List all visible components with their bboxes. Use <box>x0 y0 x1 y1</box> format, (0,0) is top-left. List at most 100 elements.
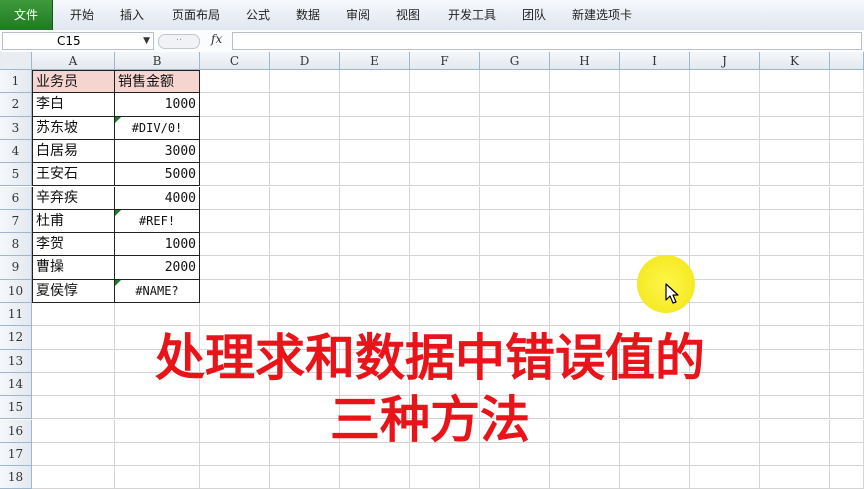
empty-cell[interactable] <box>480 186 550 210</box>
row-header-6[interactable]: 6 <box>0 186 32 210</box>
empty-cell[interactable] <box>550 139 620 164</box>
empty-cell[interactable] <box>480 70 550 94</box>
tab-home[interactable]: 开始 <box>70 0 94 30</box>
empty-cell[interactable] <box>830 233 864 257</box>
row-header-4[interactable]: 4 <box>0 139 32 164</box>
empty-cell[interactable] <box>340 116 410 140</box>
row-header-7[interactable]: 7 <box>0 209 32 234</box>
empty-cell[interactable] <box>340 279 410 303</box>
empty-cell[interactable] <box>760 303 830 327</box>
row-header-17[interactable]: 17 <box>0 442 32 467</box>
empty-cell[interactable] <box>760 70 830 94</box>
salesperson-cell[interactable]: 王安石 <box>32 163 115 187</box>
empty-cell[interactable] <box>620 186 690 210</box>
empty-cell[interactable] <box>270 256 340 280</box>
salesperson-cell[interactable]: 李白 <box>32 93 115 117</box>
empty-cell[interactable] <box>620 116 690 140</box>
empty-cell[interactable] <box>115 442 200 467</box>
empty-cell[interactable] <box>480 93 550 117</box>
empty-cell[interactable] <box>32 303 115 327</box>
empty-cell[interactable] <box>340 233 410 257</box>
empty-cell[interactable] <box>830 303 864 327</box>
empty-cell[interactable] <box>690 163 760 187</box>
column-header-j[interactable]: J <box>690 52 760 70</box>
empty-cell[interactable] <box>200 209 270 234</box>
empty-cell[interactable] <box>200 139 270 164</box>
salesperson-cell[interactable]: 曹操 <box>32 256 115 280</box>
empty-cell[interactable] <box>690 233 760 257</box>
row-header-16[interactable]: 16 <box>0 419 32 443</box>
empty-cell[interactable] <box>115 419 200 443</box>
empty-cell[interactable] <box>270 163 340 187</box>
empty-cell[interactable] <box>760 326 830 350</box>
tab-team[interactable]: 团队 <box>522 0 546 30</box>
empty-cell[interactable] <box>620 233 690 257</box>
empty-cell[interactable] <box>550 279 620 303</box>
error-value-cell[interactable]: #NAME? <box>115 279 200 303</box>
formula-bar-resize-handle[interactable]: ·· <box>158 34 200 49</box>
row-header-5[interactable]: 5 <box>0 163 32 187</box>
empty-cell[interactable] <box>410 256 480 280</box>
empty-cell[interactable] <box>410 116 480 140</box>
empty-cell[interactable] <box>480 256 550 280</box>
empty-cell[interactable] <box>200 93 270 117</box>
empty-cell[interactable] <box>200 256 270 280</box>
empty-cell[interactable] <box>760 139 830 164</box>
empty-cell[interactable] <box>270 233 340 257</box>
empty-cell[interactable] <box>760 419 830 443</box>
empty-cell[interactable] <box>480 209 550 234</box>
empty-cell[interactable] <box>830 163 864 187</box>
error-value-cell[interactable]: #REF! <box>115 209 200 234</box>
empty-cell[interactable] <box>690 70 760 94</box>
sales-amount-cell[interactable]: 1000 <box>115 233 200 257</box>
name-box[interactable]: C15 ▼ <box>2 32 154 50</box>
empty-cell[interactable] <box>480 163 550 187</box>
column-header-a[interactable]: A <box>32 52 115 70</box>
empty-cell[interactable] <box>340 256 410 280</box>
empty-cell[interactable] <box>550 256 620 280</box>
empty-cell[interactable] <box>760 209 830 234</box>
empty-cell[interactable] <box>830 349 864 373</box>
sales-amount-cell[interactable]: 2000 <box>115 256 200 280</box>
empty-cell[interactable] <box>200 279 270 303</box>
empty-cell[interactable] <box>690 256 760 280</box>
empty-cell[interactable] <box>32 349 115 373</box>
empty-cell[interactable] <box>690 93 760 117</box>
empty-cell[interactable] <box>550 116 620 140</box>
empty-cell[interactable] <box>115 396 200 420</box>
error-value-cell[interactable]: #DIV/0! <box>115 116 200 140</box>
formula-input[interactable] <box>232 32 862 50</box>
empty-cell[interactable] <box>340 93 410 117</box>
empty-cell[interactable] <box>830 326 864 350</box>
empty-cell[interactable] <box>830 256 864 280</box>
empty-cell[interactable] <box>760 256 830 280</box>
empty-cell[interactable] <box>830 442 864 467</box>
column-header-f[interactable]: F <box>410 52 480 70</box>
column-header-h[interactable]: H <box>550 52 620 70</box>
empty-cell[interactable] <box>620 93 690 117</box>
empty-cell[interactable] <box>830 139 864 164</box>
empty-cell[interactable] <box>410 303 480 327</box>
empty-cell[interactable] <box>340 139 410 164</box>
salesperson-cell[interactable]: 白居易 <box>32 139 115 164</box>
sales-amount-cell[interactable]: 5000 <box>115 163 200 187</box>
empty-cell[interactable] <box>32 442 115 467</box>
empty-cell[interactable] <box>340 163 410 187</box>
row-header-15[interactable]: 15 <box>0 396 32 420</box>
empty-cell[interactable] <box>830 419 864 443</box>
tab-review[interactable]: 审阅 <box>346 0 370 30</box>
empty-cell[interactable] <box>550 163 620 187</box>
empty-cell[interactable] <box>830 93 864 117</box>
salesperson-cell[interactable]: 苏东坡 <box>32 116 115 140</box>
empty-cell[interactable] <box>830 209 864 234</box>
empty-cell[interactable] <box>690 186 760 210</box>
salesperson-cell[interactable]: 辛弃疾 <box>32 186 115 210</box>
empty-cell[interactable] <box>830 186 864 210</box>
empty-cell[interactable] <box>270 303 340 327</box>
empty-cell[interactable] <box>760 372 830 397</box>
column-a-header-cell[interactable]: 业务员 <box>32 70 115 94</box>
tab-insert[interactable]: 插入 <box>120 0 144 30</box>
tab-page-layout[interactable]: 页面布局 <box>172 0 220 30</box>
empty-cell[interactable] <box>760 279 830 303</box>
empty-cell[interactable] <box>340 303 410 327</box>
